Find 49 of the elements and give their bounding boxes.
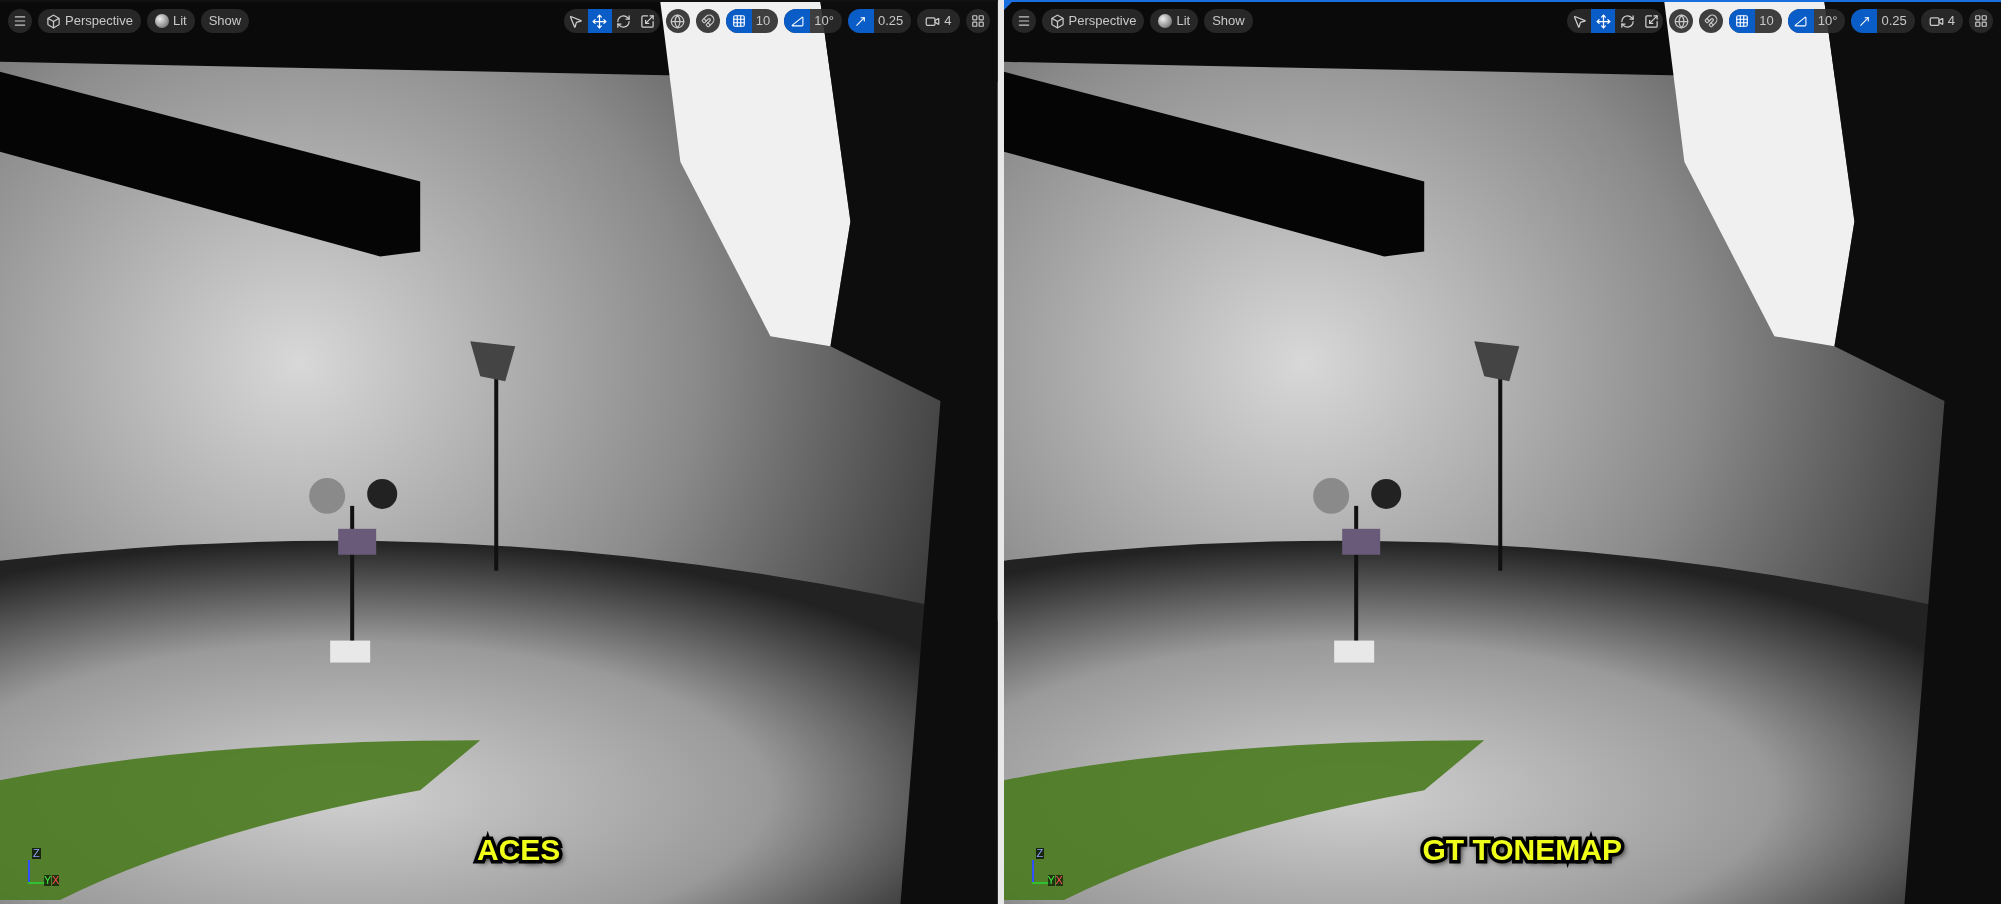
scale-snap-button[interactable]: 0.25 [847,9,912,33]
axis-label: Y [1047,875,1055,886]
layout-icon [970,14,985,28]
grid-snap-button[interactable]: 10 [1729,9,1782,33]
lighting-button[interactable]: Lit [146,9,195,33]
rotate-icon [1619,13,1635,29]
view-mode-button[interactable]: Perspective [1041,9,1145,33]
menu-icon [1016,14,1031,28]
lighting-button[interactable]: Lit [1150,9,1199,33]
scale-icon [640,13,656,29]
grid-snap-value: 10 [1759,12,1774,31]
caption: ACES [477,832,561,868]
layout-icon [1974,14,1988,28]
camera-speed-value: 4 [1947,12,1955,31]
move-icon [592,13,608,29]
rotation-snap-button[interactable]: 10° [1787,9,1846,33]
cube-icon [46,13,61,29]
rotate-icon [616,13,632,29]
scale-snap-button[interactable]: 0.25 [1851,9,1915,33]
globe-icon [1673,13,1689,29]
pointer-icon [1571,13,1587,29]
pointer-icon [568,13,584,29]
transform-tool-button[interactable] [1591,9,1616,33]
viewport[interactable]: Perspective Lit Show 10 10° 0.25 4 Z YX ACES [0,0,998,904]
camera-speed-value: 4 [944,12,952,31]
cube-icon [1049,13,1065,29]
scale-snap-value: 0.25 [877,12,904,31]
axis-label: Z [32,848,41,859]
grid-snap-value: 10 [755,12,771,31]
axis-label: Y [44,875,52,886]
axis-label: X [1055,875,1063,886]
axis-label: X [52,875,60,886]
globe-icon [670,13,686,29]
camera-speed-button[interactable]: 4 [917,9,960,33]
move-icon [1595,13,1611,29]
transform-tool-button[interactable] [587,9,612,33]
rotation-snap-value: 10° [1817,12,1838,31]
rotation-snap-value: 10° [814,12,834,31]
scale-snap-value: 0.25 [1881,12,1907,31]
view-mode-button[interactable]: Perspective [38,9,141,33]
show-button[interactable]: Show [1204,9,1253,33]
rotation-snap-button[interactable]: 10° [784,9,842,33]
axis-label: Z [1035,848,1045,859]
magnet-icon [1704,14,1719,28]
magnet-icon [700,14,715,28]
menu-icon [13,14,27,28]
scale-icon [1643,13,1659,29]
caption: GT TONEMAP [1422,832,1622,868]
viewport[interactable]: Perspective Lit Show 10 10° 0.25 4 Z YX GT TONEMAP [1003,0,2001,904]
